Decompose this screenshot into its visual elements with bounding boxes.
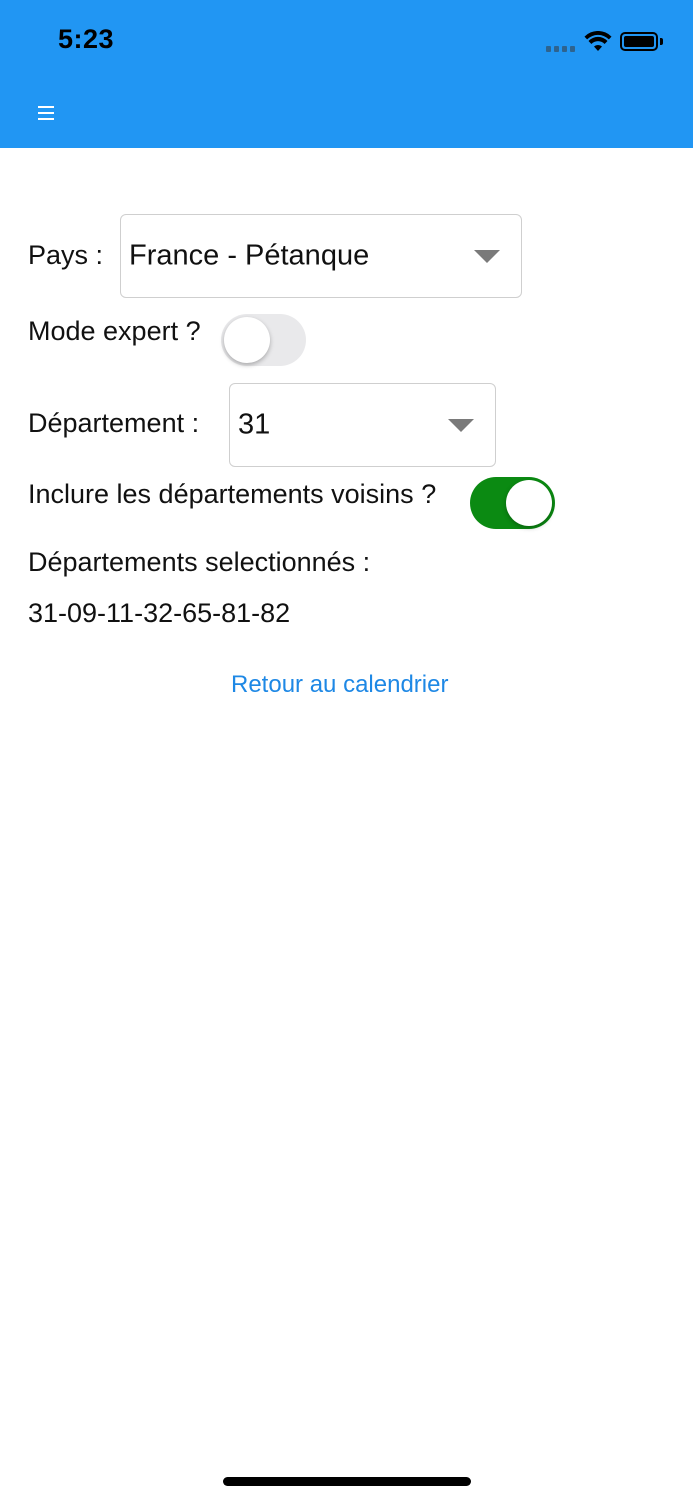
status-time: 5:23 — [58, 24, 115, 54]
chevron-down-icon — [448, 419, 474, 432]
battery-icon — [620, 32, 658, 51]
menu-button[interactable] — [32, 98, 60, 128]
cellular-signal-icon — [546, 44, 578, 52]
country-label: Pays : — [28, 240, 104, 270]
department-select-value: 31 — [238, 408, 271, 441]
toggle-knob — [224, 317, 270, 363]
toggle-knob — [506, 480, 552, 526]
include-neighbors-toggle[interactable] — [470, 477, 555, 529]
expert-mode-toggle[interactable] — [221, 314, 306, 366]
department-select[interactable]: 31 — [229, 383, 496, 467]
department-label: Département : — [28, 408, 200, 438]
expert-mode-label: Mode expert ? — [28, 316, 201, 346]
chevron-down-icon — [474, 250, 500, 263]
battery-cap — [660, 38, 663, 45]
country-select-value: France - Pétanque — [129, 239, 370, 272]
hamburger-menu-icon — [38, 106, 54, 120]
back-to-calendar-link[interactable]: Retour au calendrier — [231, 671, 448, 699]
home-indicator — [223, 1477, 471, 1486]
country-select[interactable]: France - Pétanque — [120, 214, 522, 298]
selected-departments-label: Départements selectionnés : — [28, 547, 371, 577]
app-header: 5:23 — [0, 0, 693, 148]
wifi-icon — [584, 31, 612, 51]
include-neighbors-label: Inclure les départements voisins ? — [28, 479, 437, 509]
selected-departments-value: 31-09-11-32-65-81-82 — [28, 598, 291, 628]
